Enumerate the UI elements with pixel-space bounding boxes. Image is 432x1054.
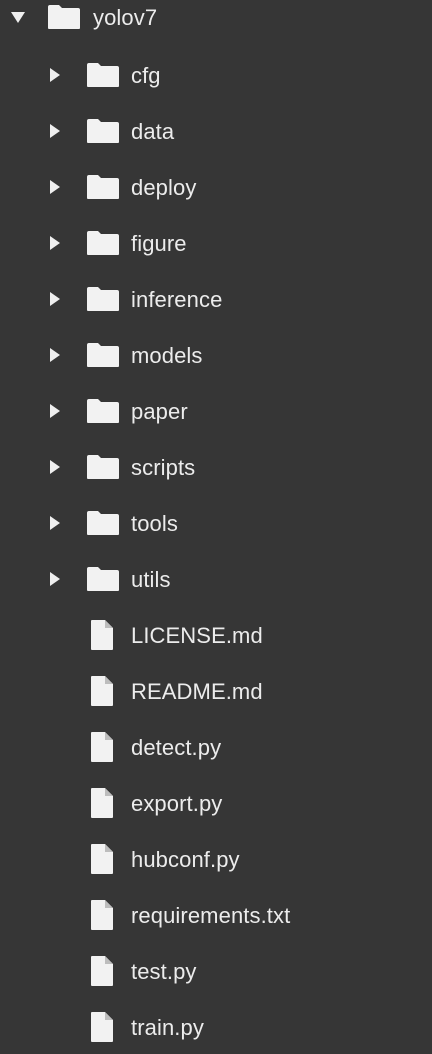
chevron-down-icon[interactable] <box>11 12 25 23</box>
tree-item-label: export.py <box>131 791 223 816</box>
file-icon <box>91 1012 113 1042</box>
tree-item-label: test.py <box>131 959 197 984</box>
tree-item-label: hubconf.py <box>131 847 240 872</box>
tree-item-inference[interactable]: inference <box>0 271 432 327</box>
folder-icon <box>87 119 119 143</box>
folder-icon <box>87 455 119 479</box>
tree-item-requirements-txt[interactable]: requirements.txt <box>0 887 432 943</box>
chevron-right-icon[interactable] <box>50 572 60 586</box>
folder-icon <box>48 5 80 29</box>
file-icon <box>91 788 113 818</box>
tree-item-cfg[interactable]: cfg <box>0 47 432 103</box>
chevron-right-icon[interactable] <box>50 292 60 306</box>
tree-item-scripts[interactable]: scripts <box>0 439 432 495</box>
tree-item-label: tools <box>131 511 178 536</box>
file-icon <box>91 732 113 762</box>
tree-item-label: data <box>131 119 175 144</box>
file-icon <box>91 620 113 650</box>
chevron-right-icon[interactable] <box>50 348 60 362</box>
tree-item-utils[interactable]: utils <box>0 551 432 607</box>
tree-item-tools[interactable]: tools <box>0 495 432 551</box>
chevron-right-icon[interactable] <box>50 516 60 530</box>
tree-item-paper[interactable]: paper <box>0 383 432 439</box>
tree-item-readme-md[interactable]: README.md <box>0 663 432 719</box>
tree-item-label: paper <box>131 399 188 424</box>
folder-icon <box>87 567 119 591</box>
tree-item-label: inference <box>131 287 223 312</box>
chevron-right-icon[interactable] <box>50 124 60 138</box>
folder-icon <box>87 511 119 535</box>
tree-item-label: deploy <box>131 175 197 200</box>
tree-item-test-py[interactable]: test.py <box>0 943 432 999</box>
tree-item-label: figure <box>131 231 187 256</box>
tree-item-label: README.md <box>131 679 263 704</box>
tree-item-label: yolov7 <box>93 5 158 30</box>
file-icon <box>91 956 113 986</box>
chevron-right-icon[interactable] <box>50 404 60 418</box>
folder-icon <box>87 175 119 199</box>
tree-item-deploy[interactable]: deploy <box>0 159 432 215</box>
file-icon <box>91 676 113 706</box>
tree-item-train-py[interactable]: train.py <box>0 999 432 1054</box>
file-icon <box>91 900 113 930</box>
tree-item-label: utils <box>131 567 171 592</box>
tree-item-label: LICENSE.md <box>131 623 263 648</box>
chevron-right-icon[interactable] <box>50 460 60 474</box>
folder-icon <box>87 231 119 255</box>
tree-item-label: cfg <box>131 63 161 88</box>
folder-icon <box>87 343 119 367</box>
tree-item-label: requirements.txt <box>131 903 291 928</box>
tree-item-figure[interactable]: figure <box>0 215 432 271</box>
tree-item-label: scripts <box>131 455 196 480</box>
tree-item-label: models <box>131 343 203 368</box>
chevron-right-icon[interactable] <box>50 236 60 250</box>
folder-icon <box>87 399 119 423</box>
folder-icon <box>87 287 119 311</box>
folder-icon <box>87 63 119 87</box>
tree-item-export-py[interactable]: export.py <box>0 775 432 831</box>
file-tree: yolov7 cfg data deploy figure inference … <box>0 0 432 1054</box>
tree-item-models[interactable]: models <box>0 327 432 383</box>
tree-item-hubconf-py[interactable]: hubconf.py <box>0 831 432 887</box>
tree-item-data[interactable]: data <box>0 103 432 159</box>
file-icon <box>91 844 113 874</box>
chevron-right-icon[interactable] <box>50 180 60 194</box>
tree-item-detect-py[interactable]: detect.py <box>0 719 432 775</box>
tree-item-label: detect.py <box>131 735 222 760</box>
chevron-right-icon[interactable] <box>50 68 60 82</box>
tree-item-license-md[interactable]: LICENSE.md <box>0 607 432 663</box>
tree-item-label: train.py <box>131 1015 204 1040</box>
